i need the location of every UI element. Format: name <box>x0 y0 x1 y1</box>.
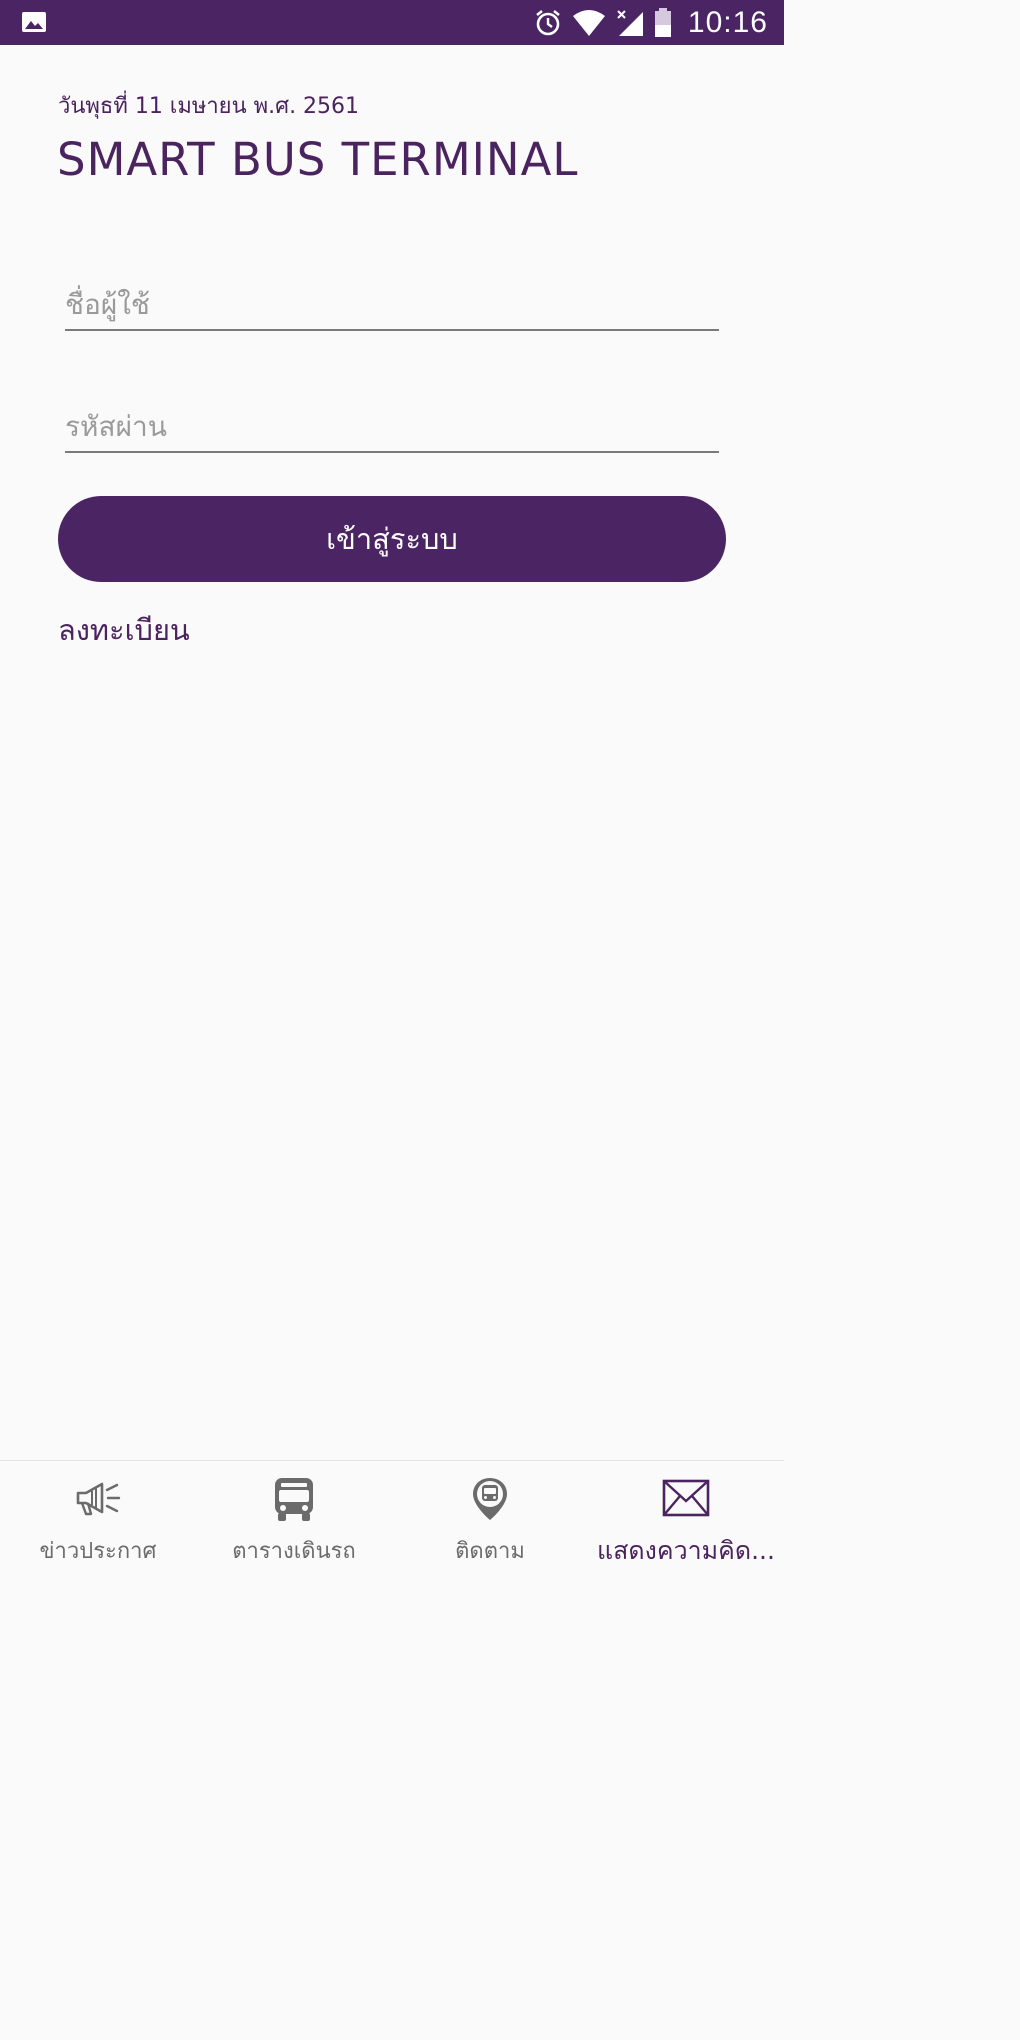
status-icons: 10:16 <box>534 0 768 45</box>
battery-icon <box>654 7 672 38</box>
nav-item-schedule[interactable]: ตารางเดินรถ <box>196 1461 392 1569</box>
login-button-label: เข้าสู่ระบบ <box>326 522 458 556</box>
bus-location-pin-icon <box>471 1477 509 1521</box>
register-link[interactable]: ลงทะเบียน <box>58 607 190 653</box>
alarm-icon <box>534 9 562 37</box>
megaphone-icon <box>74 1477 122 1521</box>
bus-icon <box>273 1477 315 1521</box>
nav-item-feedback[interactable]: แสดงความคิด... <box>588 1461 784 1569</box>
nav-label-news: ข่าวประกาศ <box>39 1539 157 1564</box>
bottom-navigation: ข่าวประกาศ ตารางเดินรถ ติดตาม แสดงความคิ… <box>0 1460 784 1569</box>
wifi-icon <box>572 9 606 37</box>
nav-item-news[interactable]: ข่าวประกาศ <box>0 1461 196 1569</box>
mail-icon <box>662 1477 710 1519</box>
password-input[interactable] <box>65 401 719 453</box>
login-button[interactable]: เข้าสู่ระบบ <box>58 496 726 582</box>
username-input[interactable] <box>65 279 719 331</box>
status-time: 10:16 <box>687 5 768 39</box>
page-title: SMART BUS TERMINAL <box>57 133 579 186</box>
nav-label-tracking: ติดตาม <box>455 1539 525 1564</box>
status-bar: 10:16 <box>0 0 784 45</box>
gallery-icon <box>21 11 47 33</box>
nav-label-feedback: แสดงความคิด... <box>597 1535 775 1565</box>
signal-icon <box>616 9 644 37</box>
nav-item-tracking[interactable]: ติดตาม <box>392 1461 588 1569</box>
nav-label-schedule: ตารางเดินรถ <box>232 1539 356 1564</box>
date-label: วันพุธที่ 11 เมษายน พ.ศ. 2561 <box>58 94 360 119</box>
